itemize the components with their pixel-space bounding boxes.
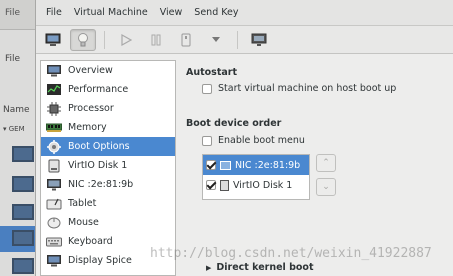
boot-order-title: Boot device order <box>186 118 282 129</box>
processor-icon <box>45 101 63 116</box>
bg-column-name[interactable]: Name <box>3 105 30 115</box>
boot-device-disk[interactable]: VirtIO Disk 1 <box>203 175 309 195</box>
sidebar-item-virtio-disk[interactable]: VirtIO Disk 1 <box>41 156 175 175</box>
bg-vm-icon[interactable] <box>12 204 34 220</box>
boot-device-label: VirtIO Disk 1 <box>233 179 293 191</box>
menu-virtual-machine[interactable]: Virtual Machine <box>68 7 154 18</box>
toolbar-separator <box>237 30 238 49</box>
nic-icon <box>45 178 63 192</box>
sidebar-item-label: Memory <box>68 122 107 133</box>
fullscreen-icon[interactable] <box>246 29 272 51</box>
dropdown-arrow-icon[interactable] <box>203 29 229 51</box>
boot-device-list: NIC :2e:81:9b VirtIO Disk 1 <box>202 154 310 200</box>
sidebar-item-label: NIC :2e:81:9b <box>68 179 134 190</box>
details-bulb-icon[interactable] <box>70 28 96 51</box>
sidebar-item-keyboard[interactable]: Keyboard <box>41 232 175 251</box>
sidebar-item-display-spice[interactable]: Display Spice <box>41 251 175 270</box>
console-icon[interactable] <box>40 29 66 51</box>
enable-boot-menu-option[interactable]: Enable boot menu <box>202 135 305 146</box>
sidebar-item-memory[interactable]: Memory <box>41 118 175 137</box>
disk-icon <box>45 159 63 173</box>
vm-details-window: File Virtual Machine View Send Key Overv… <box>36 0 453 276</box>
performance-icon <box>45 83 63 97</box>
bg-vm-icon[interactable] <box>12 146 34 162</box>
move-down-button[interactable]: ⌄ <box>316 178 336 196</box>
autostart-title: Autostart <box>186 67 238 78</box>
menubar: File Virtual Machine View Send Key <box>36 0 453 26</box>
display-icon <box>45 254 63 268</box>
sidebar-item-tablet[interactable]: Tablet <box>41 194 175 213</box>
arrow-down-icon: ⌄ <box>322 182 330 192</box>
sidebar-item-label: VirtIO Disk 1 <box>68 160 128 171</box>
menu-view[interactable]: View <box>154 7 189 18</box>
mouse-icon <box>45 216 63 230</box>
autostart-checkbox[interactable] <box>202 83 212 94</box>
hardware-list: Overview Performance Processor Memory Bo… <box>40 60 176 276</box>
menu-file[interactable]: File <box>40 7 68 18</box>
background-window: File File Name ▾ GEM <box>0 0 36 276</box>
sidebar-item-processor[interactable]: Processor <box>41 99 175 118</box>
boot-options-icon <box>45 139 63 154</box>
bg-menubar: File <box>0 0 35 30</box>
boot-device-nic-checkbox[interactable] <box>206 160 216 170</box>
pause-icon[interactable] <box>143 29 169 51</box>
enable-boot-menu-label: Enable boot menu <box>218 135 305 146</box>
run-icon[interactable] <box>113 29 139 51</box>
menu-send-key[interactable]: Send Key <box>188 7 244 18</box>
bg-vm-icon[interactable] <box>12 258 34 274</box>
bg-menu-file[interactable]: File <box>5 8 20 18</box>
sidebar-item-label: Processor <box>68 103 114 114</box>
sidebar-item-label: Keyboard <box>68 236 113 247</box>
sidebar-item-label: Display Spice <box>68 255 132 266</box>
sidebar-item-performance[interactable]: Performance <box>41 80 175 99</box>
bg-group-label[interactable]: ▾ GEM <box>3 125 25 133</box>
toolbar <box>36 26 453 54</box>
keyboard-icon <box>45 235 63 249</box>
nic-icon <box>220 160 231 170</box>
sidebar-item-overview[interactable]: Overview <box>41 61 175 80</box>
direct-kernel-boot-label: Direct kernel boot <box>216 262 314 273</box>
sidebar-item-label: Mouse <box>68 217 99 228</box>
sidebar-item-label: Boot Options <box>68 141 130 152</box>
bg-vm-icon[interactable] <box>12 176 34 192</box>
sidebar-item-mouse[interactable]: Mouse <box>41 213 175 232</box>
move-up-button[interactable]: ⌃ <box>316 154 336 172</box>
boot-device-label: NIC :2e:81:9b <box>235 159 301 171</box>
boot-device-nic[interactable]: NIC :2e:81:9b <box>203 155 309 175</box>
toolbar-separator <box>104 30 105 49</box>
monitor-icon <box>45 64 63 78</box>
sidebar-item-label: Tablet <box>68 198 97 209</box>
boot-device-disk-checkbox[interactable] <box>206 180 216 190</box>
arrow-up-icon: ⌃ <box>322 158 330 168</box>
enable-boot-menu-checkbox[interactable] <box>202 135 212 146</box>
tablet-icon <box>45 197 63 211</box>
sidebar-item-label: Overview <box>68 65 113 76</box>
autostart-option[interactable]: Start virtual machine on host boot up <box>202 83 396 94</box>
boot-options-pane: Autostart Start virtual machine on host … <box>184 60 453 276</box>
bg-menu-file-2[interactable]: File <box>5 54 20 64</box>
sidebar-item-nic[interactable]: NIC :2e:81:9b <box>41 175 175 194</box>
memory-icon <box>45 121 63 135</box>
disk-icon <box>220 179 229 191</box>
bg-vm-icon[interactable] <box>12 230 34 246</box>
sidebar-item-label: Performance <box>68 84 129 95</box>
autostart-option-label: Start virtual machine on host boot up <box>218 83 397 94</box>
sidebar-item-boot-options[interactable]: Boot Options <box>41 137 175 156</box>
direct-kernel-boot-expander[interactable]: ▶ Direct kernel boot <box>206 262 314 273</box>
shutdown-icon[interactable] <box>173 29 199 51</box>
expander-triangle-icon: ▶ <box>206 263 212 272</box>
